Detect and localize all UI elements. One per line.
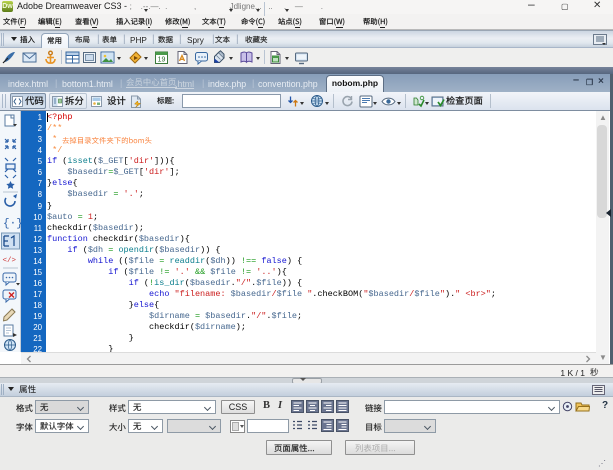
- svg-text:{·}: {·}: [3, 218, 21, 230]
- svg-text:</>: </>: [3, 257, 17, 265]
- svg-text:19: 19: [158, 57, 166, 64]
